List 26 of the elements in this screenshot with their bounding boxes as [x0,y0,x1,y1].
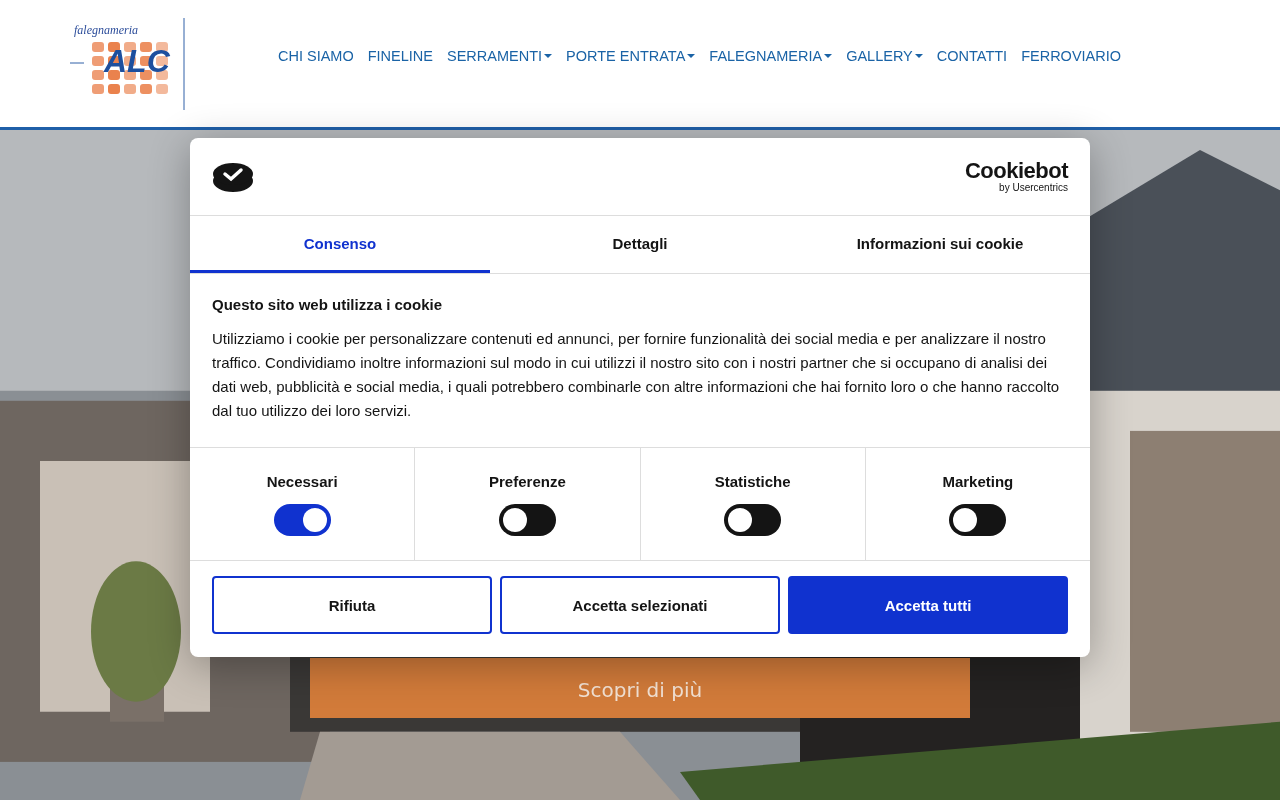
tab[interactable]: Consenso [190,216,490,273]
cookie-consent-icon [212,160,254,193]
consent-button[interactable]: Rifiuta [212,576,492,634]
dialog-text: Utilizziamo i cookie per personalizzare contenuti ed annunci, per fornire funzionalità dei social media e per analizzare il nostro traffico. Condividiamo inoltre informazioni sul modo in cui utilizzi il nostro sito con i nostri partner che si occupano di analisi dei dati web, pubblicità e social media, i quali potrebbero combinarle con altre informazioni che hai fornito loro o che hanno raccolto dal tuo utilizzo dei loro servizi. [212,329,1061,421]
nav-link[interactable]: FINELINE [367,48,433,64]
toggle-switch[interactable] [273,503,331,536]
consent-button[interactable]: Accetta tutti [788,576,1068,634]
consent-button[interactable]: Accetta selezionati [500,576,780,634]
toggle-switch[interactable] [724,503,782,536]
nav-link[interactable]: CHI SIAMO [278,48,354,64]
logo[interactable]: falegnameria ALC [70,18,200,114]
brand-name: Cookiebot [964,160,1068,182]
toggle-label: Preferenze [489,472,566,490]
nav-link[interactable]: SERRAMENTI [447,48,553,64]
toggle-switch[interactable] [498,503,556,536]
dialog-title: Questo sito web utilizza i cookie [212,296,444,313]
toggle-switch[interactable] [949,503,1007,536]
toggle-label: Statistiche [714,472,791,490]
nav-link[interactable]: GALLERY [846,48,923,64]
nav-link[interactable]: FALEGNAMERIA [709,48,833,64]
brand-subtitle: by Usercentrics [999,182,1068,193]
nav-link[interactable]: CONTATTI [936,48,1008,64]
nav-link[interactable]: PORTE ENTRATA [566,48,696,64]
nav-link[interactable]: FERROVIARIO [1021,48,1122,64]
toggle-label: Marketing [942,472,1014,490]
toggle-label: Necessari [266,472,338,490]
